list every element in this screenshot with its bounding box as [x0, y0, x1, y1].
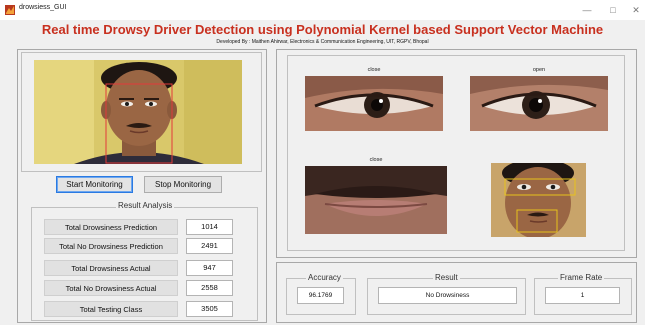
mouth-state-label: close [369, 157, 383, 163]
accuracy-title: Accuracy [306, 273, 343, 282]
window-title: drowsiess_GUI [19, 4, 67, 11]
right-eye-image [470, 76, 608, 131]
maximize-button[interactable]: □ [602, 2, 624, 18]
camera-feed-image [34, 60, 242, 164]
stop-monitoring-button[interactable]: Stop Monitoring [144, 176, 222, 193]
app-window: drowsiess_GUI — □ ✕ Real time Drowsy Dri… [0, 0, 645, 325]
developer-credit: Developed By : Maithen Ahirwar, Electron… [216, 39, 429, 45]
total-no-drowsiness-actual-label: Total No Drowsiness Actual [44, 280, 178, 296]
left-eye-state-label: close [367, 67, 381, 73]
total-no-drowsiness-prediction-value: 2491 [186, 238, 233, 254]
total-drowsiness-actual-value: 947 [186, 260, 233, 276]
mouth-image [305, 166, 447, 234]
title-bar: drowsiess_GUI — □ ✕ [0, 0, 645, 20]
total-no-drowsiness-prediction-label: Total No Drowsiness Prediction [44, 238, 178, 254]
page-title: Real time Drowsy Driver Detection using … [41, 22, 604, 37]
detected-face-image [491, 163, 586, 237]
result-analysis-title: Result Analysis [116, 201, 175, 210]
start-monitoring-button[interactable]: Start Monitoring [56, 176, 133, 193]
right-eye-state-label: open [532, 67, 546, 73]
frame-rate-value: 1 [545, 287, 620, 304]
total-drowsiness-prediction-value: 1014 [186, 219, 233, 235]
result-value: No Drowsiness [378, 287, 517, 304]
result-title: Result [433, 273, 460, 282]
total-no-drowsiness-actual-value: 2558 [186, 280, 233, 296]
minimize-button[interactable]: — [576, 2, 598, 18]
camera-panel [21, 52, 262, 172]
total-drowsiness-actual-label: Total Drowsiness Actual [44, 260, 178, 276]
accuracy-value: 96.1769 [297, 287, 344, 304]
frame-rate-title: Frame Rate [558, 273, 605, 282]
left-eye-image [305, 76, 443, 131]
matlab-app-icon [5, 5, 15, 15]
close-button[interactable]: ✕ [625, 2, 645, 18]
total-testing-class-value: 3505 [186, 301, 233, 317]
total-testing-class-label: Total Testing Class [44, 301, 178, 317]
total-drowsiness-prediction-label: Total Drowsiness Prediction [44, 219, 178, 235]
